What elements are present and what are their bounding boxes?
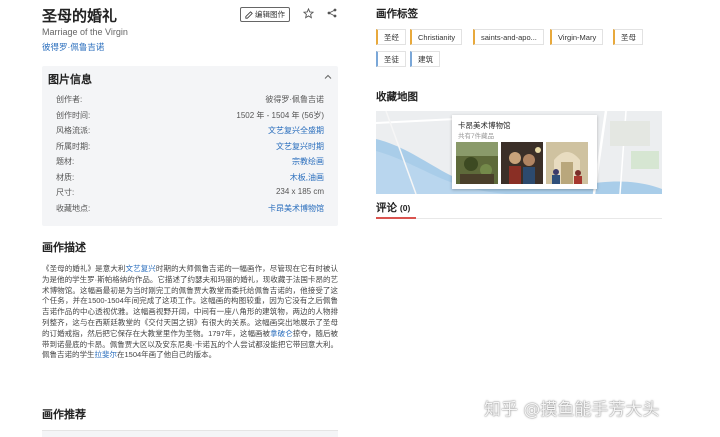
recommend-strip <box>42 430 338 437</box>
description-heading: 画作描述 <box>42 242 86 254</box>
edit-artwork-label: 编辑图作 <box>255 10 285 19</box>
museum-link[interactable]: 卡昂美术博物馆 <box>268 203 324 214</box>
info-key: 创作者: <box>56 95 83 104</box>
star-icon[interactable] <box>303 8 314 19</box>
comments-label: 评论 <box>376 202 397 214</box>
info-key: 题材: <box>56 157 75 166</box>
map-heading: 收藏地图 <box>376 91 418 103</box>
divider <box>376 218 662 219</box>
tag-architecture[interactable]: 建筑 <box>410 51 440 67</box>
raphael-link[interactable]: 拉斐尔 <box>95 350 118 359</box>
title-row: 圣母的婚礼 编辑图作 <box>42 0 338 30</box>
description-text: 《圣母的婚礼》是意大利文艺复兴时期的大师佩鲁吉诺的一幅画作，尽管现在它有时被认为… <box>42 264 338 361</box>
map-popup[interactable]: 卡昂美术博物馆 共有7件藏品 <box>452 115 597 189</box>
info-row-size: 尺寸: 234 x 185 cm <box>56 187 324 203</box>
style-link[interactable]: 文艺复兴全盛期 <box>268 125 324 136</box>
info-value: 1502 年 - 1504 年 (56岁) <box>236 110 324 120</box>
collapse-caret-icon[interactable] <box>324 73 332 81</box>
tag-saints-and-apostles[interactable]: saints-and-apo... <box>473 29 544 45</box>
info-key: 收藏地点: <box>56 203 91 213</box>
recommend-heading: 画作推荐 <box>42 409 86 421</box>
collection-map[interactable]: 卡昂美术博物馆 共有7件藏品 <box>376 111 662 194</box>
info-card: 图片信息 创作者: 彼得罗·佩鲁吉诺 创作时间: 1502 年 - 1504 年 (… <box>42 66 338 226</box>
genre-link[interactable]: 宗教绘画 <box>292 156 324 167</box>
description-part: 时期的大师佩鲁吉诺的一幅画作，尽管现在它有时被认为是他的学生罗·斯帕格纳的作品。… <box>42 264 339 338</box>
info-key: 材质: <box>56 172 75 182</box>
info-heading: 图片信息 <box>48 74 92 86</box>
map-collection-count: 共有7件藏品 <box>458 133 495 140</box>
artwork-title: 圣母的婚礼 <box>42 8 118 25</box>
comments-count: (0) <box>399 203 411 213</box>
active-tab-indicator <box>376 217 416 219</box>
period-link[interactable]: 文艺复兴时期 <box>276 141 324 152</box>
tag-christianity[interactable]: Christianity <box>410 29 463 45</box>
comments-tab[interactable]: 评论 (0) <box>376 200 410 215</box>
artwork-detail-panel: 圣母的婚礼 编辑图作 Marriage of the Virgin 彼得罗·佩鲁… <box>42 0 338 437</box>
info-row-date: 创作时间: 1502 年 - 1504 年 (56岁) <box>56 110 324 126</box>
tag-bible[interactable]: 圣经 <box>376 29 406 45</box>
share-icon[interactable] <box>327 8 337 18</box>
info-key: 创作时间: <box>56 110 91 120</box>
tag-holy-mother[interactable]: 圣母 <box>613 29 643 45</box>
info-row-genre: 题材: 宗教绘画 <box>56 156 324 172</box>
tag-virgin-mary[interactable]: Virgin-Mary <box>550 29 604 45</box>
info-row-medium: 材质: 木板,油画 <box>56 172 324 188</box>
renaissance-link[interactable]: 文艺复兴 <box>126 264 156 273</box>
info-row-style: 风格流派: 文艺复兴全盛期 <box>56 125 324 141</box>
info-value: 234 x 185 cm <box>275 187 324 196</box>
description-part: 在1504年画了他自己的版本。 <box>117 350 217 360</box>
artist-link[interactable]: 彼得罗·佩鲁吉诺 <box>42 41 104 53</box>
info-key: 风格流派: <box>56 126 91 135</box>
watermark: 知乎 @摸鱼能手芳大头 <box>484 400 660 420</box>
info-row-location: 收藏地点: 卡昂美术博物馆 <box>56 203 324 219</box>
info-value: 彼得罗·佩鲁吉诺 <box>265 95 324 104</box>
info-row-period: 所属时期: 文艺复兴时期 <box>56 141 324 157</box>
info-list: 创作者: 彼得罗·佩鲁吉诺 创作时间: 1502 年 - 1504 年 (56岁) … <box>56 94 324 218</box>
edit-icon <box>245 10 253 19</box>
tags-heading: 画作标签 <box>376 8 418 20</box>
collection-thumbnail[interactable] <box>546 142 588 184</box>
info-key: 尺寸: <box>56 188 75 197</box>
collection-thumbnail[interactable] <box>456 142 498 184</box>
napoleon-link[interactable]: 拿破仑 <box>270 329 293 338</box>
info-key: 所属时期: <box>56 141 91 151</box>
description-part: 《圣母的婚礼》是意大利 <box>42 264 126 273</box>
medium-link[interactable]: 木板,油画 <box>290 172 324 183</box>
tag-saints[interactable]: 圣徒 <box>376 51 406 67</box>
collection-thumbnail[interactable] <box>501 142 543 184</box>
artwork-english-title: Marriage of the Virgin <box>42 27 128 37</box>
edit-artwork-button[interactable]: 编辑图作 <box>240 7 290 22</box>
info-row-creator: 创作者: 彼得罗·佩鲁吉诺 <box>56 94 324 110</box>
